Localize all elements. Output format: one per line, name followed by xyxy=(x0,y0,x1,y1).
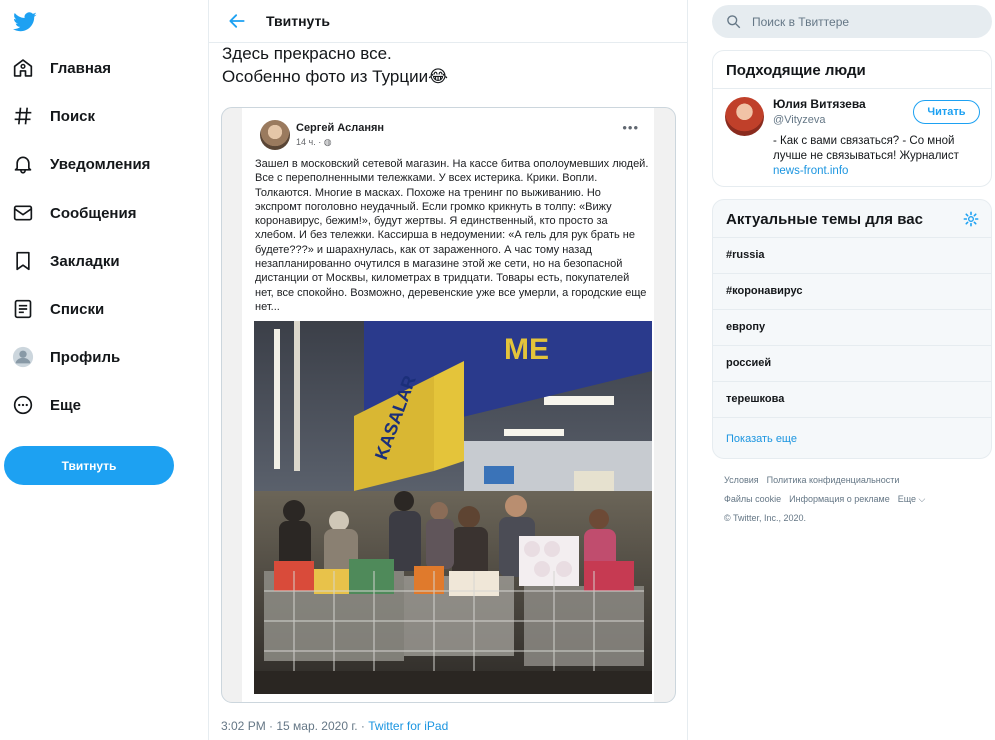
compose-tweet-button[interactable]: Твитнуть xyxy=(4,446,174,485)
tweet-timestamp: 3:02 PM · 15 мар. 2020 г. · Twitter for … xyxy=(221,719,448,733)
search-input[interactable] xyxy=(752,13,982,30)
tweet-text: Здесь прекрасно все. Особенно фото из Ту… xyxy=(222,42,448,88)
mail-icon xyxy=(12,202,34,224)
left-navigation: Главная Поиск Уведомления Сообщения Закл… xyxy=(0,0,209,740)
who-to-follow-panel: Подходящие люди Юлия Витязева @Vityzeva … xyxy=(712,50,992,187)
footer-link[interactable]: Политика конфиденциальности xyxy=(767,475,900,485)
twitter-logo-icon[interactable] xyxy=(12,10,38,34)
supermarket-photo: KASALAR ME xyxy=(254,321,652,694)
twitter-page: Главная Поиск Уведомления Сообщения Закл… xyxy=(0,0,995,740)
person-name[interactable]: Юлия Витязева xyxy=(773,97,866,111)
nav-item-profile[interactable]: Профиль xyxy=(12,340,120,374)
tweet-date: 3:02 PM · 15 мар. 2020 г. · xyxy=(221,719,369,733)
footer-links: Условия Политика конфиденциальности xyxy=(724,475,907,485)
show-more-link[interactable]: Показать еще xyxy=(726,433,797,445)
tweet-source-link[interactable]: Twitter for iPad xyxy=(368,719,448,733)
nav-label: Еще xyxy=(50,396,82,414)
trends-panel: Актуальные темы для вас #russia #коронав… xyxy=(712,199,992,459)
who-to-follow-title: Подходящие люди xyxy=(726,62,866,79)
nav-item-home[interactable]: Главная xyxy=(12,51,111,85)
supermarket-scene: KASALAR ME xyxy=(254,321,652,694)
footer-more-link[interactable]: Еще ⌵ xyxy=(898,494,926,504)
post-body: Зашел в московский сетевой магазин. На к… xyxy=(255,158,649,313)
follow-button[interactable]: Читать xyxy=(913,100,980,124)
back-arrow-icon[interactable] xyxy=(227,11,247,31)
more-icon xyxy=(12,394,34,416)
home-icon xyxy=(12,57,34,79)
post-time: 14 ч. · ◍ xyxy=(296,137,332,148)
search-box[interactable] xyxy=(712,5,992,38)
profile-avatar xyxy=(12,346,34,368)
nav-label: Поиск xyxy=(50,107,96,125)
post-time-text: 14 ч. · xyxy=(296,137,322,147)
person-bio-text: - Как с вами связаться? - Со мной лучше … xyxy=(773,135,959,162)
nav-item-more[interactable]: Еще xyxy=(12,388,81,422)
nav-label: Профиль xyxy=(50,348,121,366)
nav-item-bookmarks[interactable]: Закладки xyxy=(12,244,120,278)
bell-icon xyxy=(12,153,34,175)
nav-label: Закладки xyxy=(50,252,120,270)
bookmark-icon xyxy=(12,250,34,272)
trend-label: #коронавирус xyxy=(726,285,803,297)
nav-label: Сообщения xyxy=(50,204,137,222)
page-header: Твитнуть xyxy=(209,0,687,43)
trend-label: терешкова xyxy=(726,393,785,405)
tweet-media-image[interactable]: Сергей Асланян 14 ч. · ◍ ••• Зашел в мос… xyxy=(221,107,676,703)
main-column: Твитнуть Здесь прекрасно все. Особенно ф… xyxy=(208,0,688,740)
footer-link[interactable]: Файлы cookie xyxy=(724,494,781,504)
footer-links-2: Файлы cookie Информация о рекламе Еще ⌵ xyxy=(724,494,933,505)
nav-label: Списки xyxy=(50,300,105,318)
trend-item[interactable]: европу xyxy=(713,309,991,345)
trend-label: россией xyxy=(726,357,772,369)
tweet-text-line-2: Особенно фото из Турции😂 xyxy=(222,65,448,88)
person-handle: @Vityzeva xyxy=(773,114,826,126)
trends-title: Актуальные темы для вас xyxy=(726,211,923,228)
list-icon xyxy=(12,298,34,320)
globe-icon: ◍ xyxy=(323,137,332,147)
nav-label: Главная xyxy=(50,59,112,77)
tweet-text-line: Особенно фото из Турции xyxy=(222,67,429,86)
person-bio-link[interactable]: news-front.info xyxy=(773,165,848,177)
trend-item[interactable]: россией xyxy=(713,345,991,381)
laughing-emoji-icon: 😂 xyxy=(428,67,448,86)
tweet-text-line: Здесь прекрасно все. xyxy=(222,44,392,63)
trend-item[interactable]: #коронавирус xyxy=(713,273,991,309)
footer-link[interactable]: Информация о рекламе xyxy=(789,494,890,504)
post-options-icon: ••• xyxy=(622,120,639,135)
person-bio: - Как с вами связаться? - Со мной лучше … xyxy=(773,134,983,179)
nav-item-notifications[interactable]: Уведомления xyxy=(12,147,150,181)
trend-item[interactable]: терешкова xyxy=(713,381,991,417)
trend-item[interactable]: #russia xyxy=(713,237,991,273)
store-logo-text: ME xyxy=(504,333,549,366)
post-author-avatar xyxy=(260,120,290,150)
search-icon xyxy=(727,15,741,29)
hashtag-icon xyxy=(12,105,34,127)
avatar[interactable] xyxy=(725,97,764,136)
nav-label: Уведомления xyxy=(50,155,151,173)
nav-item-lists[interactable]: Списки xyxy=(12,292,104,326)
divider xyxy=(713,88,991,89)
embedded-facebook-post: Сергей Асланян 14 ч. · ◍ ••• Зашел в мос… xyxy=(242,108,654,702)
gear-icon[interactable] xyxy=(963,211,979,227)
trend-label: #russia xyxy=(726,249,765,261)
trend-label: европу xyxy=(726,321,766,333)
copyright: © Twitter, Inc., 2020. xyxy=(724,513,807,523)
footer-link[interactable]: Условия xyxy=(724,475,759,485)
page-title: Твитнуть xyxy=(266,13,330,29)
nav-item-explore[interactable]: Поиск xyxy=(12,99,95,133)
post-author-name: Сергей Асланян xyxy=(296,122,385,134)
nav-item-messages[interactable]: Сообщения xyxy=(12,196,136,230)
